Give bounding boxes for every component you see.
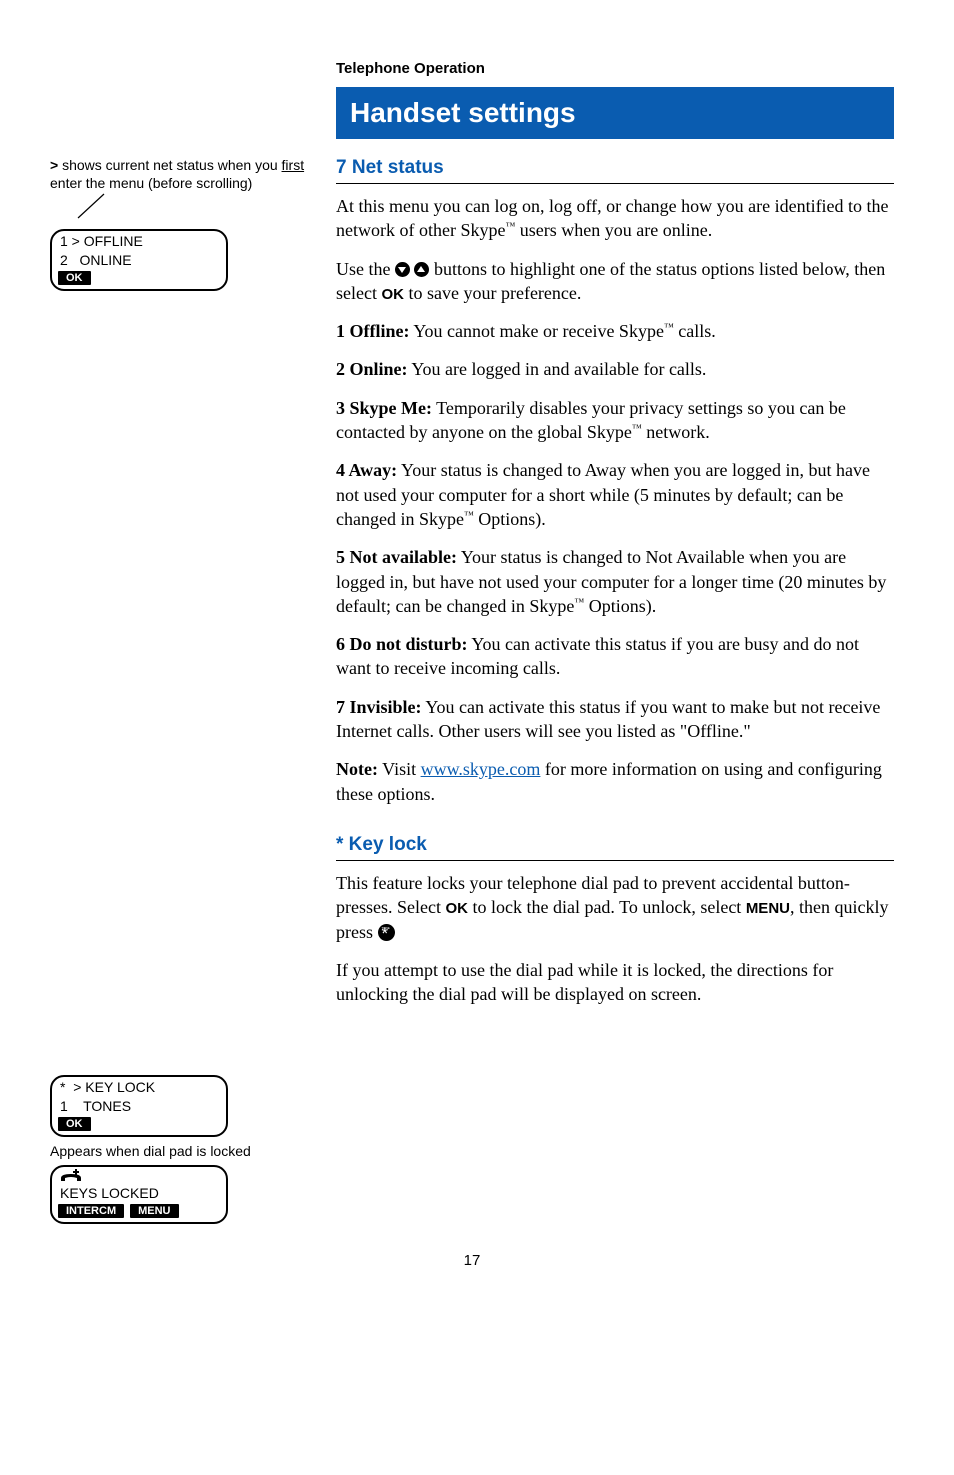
paragraph: If you attempt to use the dial pad while… [336,958,894,1007]
section-title-key-lock: * Key lock [336,834,894,861]
option-online: 2 Online: You are logged in and availabl… [336,357,894,381]
option-away: 4 Away: Your status is changed to Away w… [336,458,894,531]
section-heading: Telephone Operation [336,60,894,77]
handset-plus-icon [60,1169,82,1183]
section-title-net-status: 7 Net status [336,157,894,184]
page-number: 17 [50,1252,894,1269]
page-title-banner: Handset settings [336,87,894,139]
lcd-softkey-ok: OK [58,1117,91,1131]
lcd-mock-keylock-menu: * > KEY LOCK 1 TONES OK [50,1075,228,1137]
lcd-line: * > KEY LOCK [52,1077,226,1096]
margin-caption-locked: Appears when dial pad is locked [50,1143,318,1159]
lcd-softkey-ok: OK [58,271,91,285]
lcd-line: 1 TONES [52,1096,226,1115]
lcd-softkey-intercom: INTERCM [58,1204,124,1218]
lcd-line: 2 ONLINE [52,250,226,269]
option-offline: 1 Offline: You cannot make or receive Sk… [336,319,894,343]
margin-note-net-status: > shows current net status when you firs… [50,157,318,192]
star-tone-button-icon [378,924,395,941]
option-invisible: 7 Invisible: You can activate this statu… [336,695,894,744]
lcd-line: 1 > OFFLINE [52,231,226,250]
note-paragraph: Note: Visit www.skype.com for more infor… [336,757,894,806]
nav-down-icon [395,262,410,277]
lcd-mock-keys-locked: KEYS LOCKED INTERCM MENU [50,1165,228,1224]
lcd-softkey-menu: MENU [130,1204,178,1218]
paragraph: At this menu you can log on, log off, or… [336,194,894,243]
skype-link[interactable]: www.skype.com [421,759,541,779]
option-not-available: 5 Not available: Your status is changed … [336,545,894,618]
lcd-line: KEYS LOCKED [52,1183,226,1202]
pointer-line-icon [76,192,106,220]
lcd-mock-net-status: 1 > OFFLINE 2 ONLINE OK [50,229,228,291]
paragraph: Use the buttons to highlight one of the … [336,257,894,306]
option-do-not-disturb: 6 Do not disturb: You can activate this … [336,632,894,681]
paragraph: This feature locks your telephone dial p… [336,871,894,944]
option-skype-me: 3 Skype Me: Temporarily disables your pr… [336,396,894,445]
nav-up-icon [414,262,429,277]
